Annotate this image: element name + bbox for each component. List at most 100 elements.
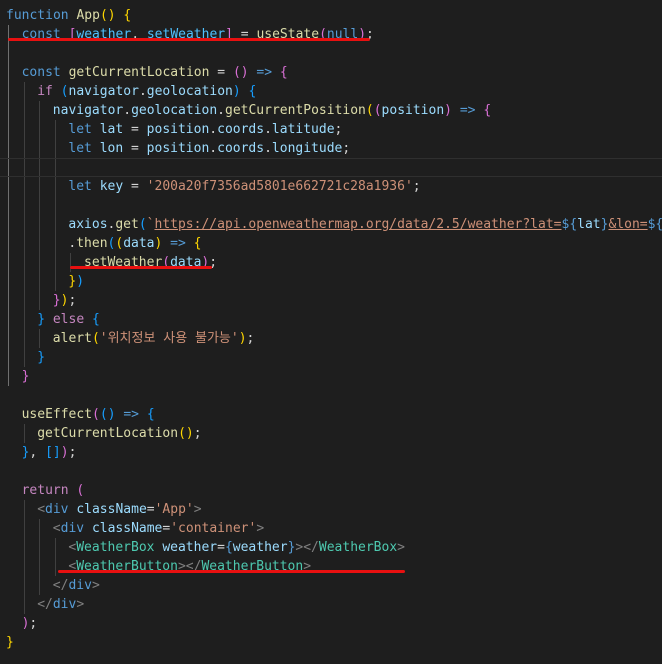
underline-weatherbox [58,570,405,573]
code-editor[interactable]: function App() {const [weather, setWeath… [0,0,662,664]
code-token: ) [232,84,241,99]
code-token: const [21,65,61,80]
code-token: longitude [271,141,343,156]
code-token: } [37,312,46,327]
code-line[interactable]: } [6,633,14,652]
code-line[interactable]: </div> [6,595,84,614]
code-token: navigator [52,103,124,118]
code-token: let [68,122,92,137]
code-token: ; [68,445,77,460]
code-token: ( [76,483,85,498]
code-token: ) [76,274,85,289]
code-token: function [6,8,69,23]
code-line[interactable]: <div className='container'> [6,519,264,538]
code-token: lat [99,122,124,137]
code-token: { [146,407,155,422]
code-line[interactable]: const getCurrentLocation = () => { [6,63,288,82]
code-token: className [76,502,147,517]
code-token: { [123,8,132,23]
code-token: </ [37,597,53,612]
code-line[interactable]: const [weather, setWeather] = useState(n… [6,25,374,44]
code-line[interactable]: }); [6,291,76,310]
code-line[interactable]: alert('위치정보 사용 불가능'); [6,329,255,348]
code-token: let [68,141,92,156]
code-line[interactable]: <div className='App'> [6,500,201,519]
code-token: key [99,179,124,194]
code-line[interactable]: } else { [6,310,100,329]
code-token: = [123,122,147,137]
code-line[interactable]: setWeather(data); [6,253,217,272]
code-token: data [123,236,155,251]
code-token: position [381,103,445,118]
code-token: WeatherBox [76,540,155,555]
code-token: ( [115,236,124,251]
code-token: '위치정보 사용 불가능' [99,331,239,346]
code-line[interactable]: }, []); [6,443,77,462]
code-token: < [52,521,61,536]
code-token: } [52,293,61,308]
code-token: = [146,502,155,517]
code-line[interactable]: } [6,348,45,367]
code-token: &lon= [608,217,648,232]
underline-setweather [70,266,212,269]
code-line[interactable]: return ( [6,481,85,500]
code-token: position [146,141,210,156]
code-token: ` [146,217,155,232]
code-token: div [60,521,85,536]
code-token: > [256,521,265,536]
code-token: ( [92,407,100,422]
code-line[interactable]: ); [6,614,38,633]
code-line[interactable]: useEffect(() => { [6,405,155,424]
code-token: ${ [561,217,578,232]
code-token: . [209,122,218,137]
code-line[interactable]: .then((data) => { [6,234,201,253]
code-token: navigator [68,84,139,99]
code-line[interactable] [6,196,68,215]
code-token: coords [217,141,265,156]
code-token: 'App' [154,502,194,517]
code-token: ) [60,445,69,460]
code-token: WeatherBox [318,540,398,555]
code-token: lon [99,141,124,156]
code-token: { [483,103,492,118]
code-token: > [76,597,85,612]
code-token: () [99,8,116,23]
code-token: => [170,236,186,251]
code-token: ; [412,179,421,194]
code-token: geolocation [146,84,233,99]
code-token: ) [238,331,247,346]
code-line[interactable]: if (navigator.geolocation) { [6,82,256,101]
code-token: () [99,407,116,422]
code-line[interactable]: }) [6,272,84,291]
code-token: getCurrentPosition [225,103,366,118]
code-line[interactable]: <WeatherButton></WeatherButton> [6,557,311,576]
code-line[interactable]: <WeatherBox weather={weather}></WeatherB… [6,538,405,557]
code-line[interactable]: navigator.geolocation.getCurrentPosition… [6,101,491,120]
code-line[interactable]: let lat = position.coords.latitude; [6,120,342,139]
code-line[interactable]: getCurrentLocation(); [6,424,201,443]
code-line[interactable]: axios.get(`https://api.openweathermap.or… [6,215,662,234]
code-line-current[interactable] [0,158,662,177]
code-token: then [76,236,108,251]
code-token: div [52,597,77,612]
code-line[interactable]: } [6,367,30,386]
code-token: ( [60,84,69,99]
code-line[interactable]: let key = '200a20f7356ad5801e662721c28a1… [6,177,421,196]
code-token: . [264,122,272,137]
code-line[interactable]: let lon = position.coords.longitude; [6,139,350,158]
code-token: </ [52,578,69,593]
code-token: div [45,502,69,517]
code-line[interactable]: function App() { [6,6,131,25]
code-token: => [123,407,140,422]
code-token: = [123,141,147,156]
code-line[interactable]: </div> [6,576,100,595]
code-token: () [232,65,249,80]
code-token: { [224,540,233,555]
